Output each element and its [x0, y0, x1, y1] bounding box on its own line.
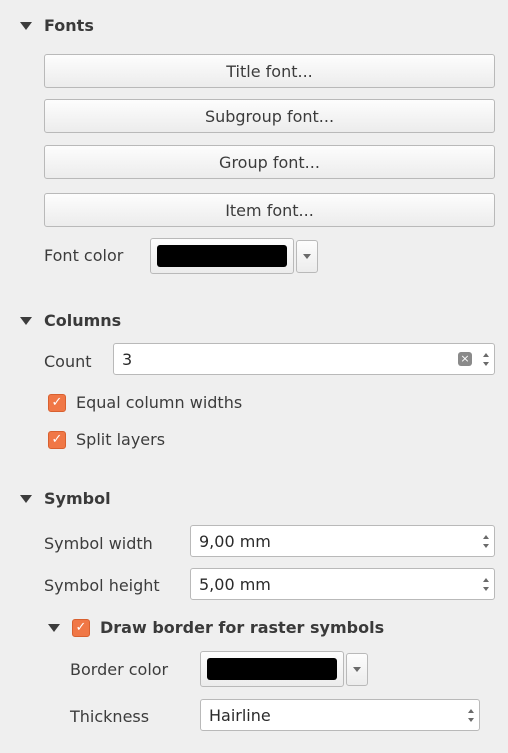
collapse-triangle-icon[interactable]: [20, 494, 32, 503]
columns-header-label: Columns: [44, 311, 122, 330]
group-font-button[interactable]: Group font...: [44, 145, 495, 179]
symbol-height-label: Symbol height: [44, 576, 160, 595]
thickness-value[interactable]: Hairline: [201, 706, 463, 725]
combo-arrows[interactable]: [463, 700, 479, 730]
spin-down-icon[interactable]: [483, 361, 489, 366]
font-color-button[interactable]: [150, 238, 294, 274]
symbol-width-spinbox[interactable]: 9,00 mm: [190, 525, 495, 557]
draw-border-row[interactable]: ✓ Draw border for raster symbols: [48, 618, 384, 637]
fonts-section-header[interactable]: Fonts: [20, 16, 94, 35]
symbol-width-label: Symbol width: [44, 534, 153, 553]
collapse-triangle-icon[interactable]: [20, 21, 32, 30]
spin-down-icon[interactable]: [483, 586, 489, 591]
count-spinbox[interactable]: 3 ×: [113, 343, 495, 375]
spin-up-icon[interactable]: [468, 708, 474, 713]
subgroup-font-button[interactable]: Subgroup font...: [44, 99, 495, 133]
spin-arrows[interactable]: [478, 569, 494, 599]
collapse-triangle-icon[interactable]: [48, 623, 60, 632]
symbol-section-header[interactable]: Symbol: [20, 489, 111, 508]
spin-arrows[interactable]: [478, 526, 494, 556]
thickness-label: Thickness: [70, 707, 150, 726]
split-layers-row[interactable]: ✓ Split layers: [48, 430, 165, 449]
split-layers-label: Split layers: [76, 430, 166, 449]
symbol-height-value[interactable]: 5,00 mm: [191, 575, 478, 594]
subgroup-font-label: Subgroup font...: [204, 106, 335, 126]
count-label: Count: [44, 352, 92, 371]
spin-down-icon[interactable]: [468, 717, 474, 722]
font-color-dropdown[interactable]: [296, 240, 318, 273]
font-color-swatch: [157, 245, 287, 267]
border-color-swatch: [207, 658, 337, 680]
spin-arrows[interactable]: [478, 344, 494, 374]
border-color-button[interactable]: [200, 651, 344, 687]
fonts-header-label: Fonts: [44, 16, 94, 35]
spin-up-icon[interactable]: [483, 352, 489, 357]
title-font-label: Title font...: [226, 61, 313, 81]
equal-widths-checkbox[interactable]: ✓: [48, 393, 66, 412]
item-font-label: Item font...: [225, 200, 314, 220]
spin-up-icon[interactable]: [483, 534, 489, 539]
thickness-combobox[interactable]: Hairline: [200, 699, 480, 731]
title-font-button[interactable]: Title font...: [44, 54, 495, 88]
item-font-button[interactable]: Item font...: [44, 193, 495, 227]
count-value[interactable]: 3: [114, 350, 458, 369]
font-color-label: Font color: [44, 246, 124, 265]
group-font-label: Group font...: [219, 152, 320, 172]
clear-icon[interactable]: ×: [458, 352, 472, 366]
split-layers-checkbox[interactable]: ✓: [48, 430, 66, 449]
collapse-triangle-icon[interactable]: [20, 316, 32, 325]
border-color-dropdown[interactable]: [346, 653, 368, 686]
equal-widths-row[interactable]: ✓ Equal column widths: [48, 393, 242, 412]
spin-down-icon[interactable]: [483, 543, 489, 548]
border-color-label: Border color: [70, 660, 169, 679]
symbol-width-value[interactable]: 9,00 mm: [191, 532, 478, 551]
draw-border-checkbox[interactable]: ✓: [72, 618, 90, 637]
draw-border-label: Draw border for raster symbols: [100, 618, 385, 637]
chevron-down-icon: [303, 254, 311, 259]
symbol-height-spinbox[interactable]: 5,00 mm: [190, 568, 495, 600]
columns-section-header[interactable]: Columns: [20, 311, 121, 330]
equal-widths-label: Equal column widths: [76, 393, 243, 412]
spin-up-icon[interactable]: [483, 577, 489, 582]
symbol-header-label: Symbol: [44, 489, 111, 508]
chevron-down-icon: [353, 667, 361, 672]
